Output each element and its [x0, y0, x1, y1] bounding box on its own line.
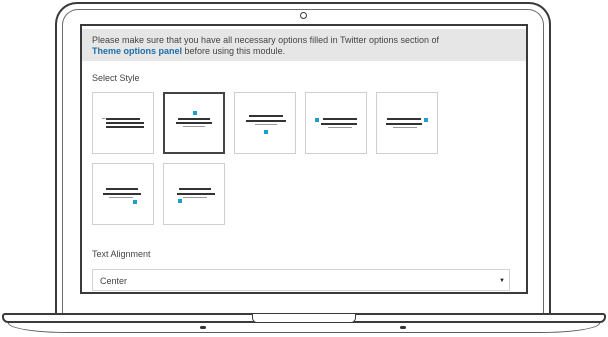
text-alignment-value: Center — [100, 276, 128, 286]
style-tile-1[interactable] — [92, 92, 154, 154]
notice-banner: Please make sure that you have all neces… — [82, 29, 526, 61]
notice-text: Please make sure that you have all neces… — [92, 35, 440, 45]
text-alignment-label: Text Alignment — [92, 249, 151, 259]
style-tile-6[interactable] — [92, 163, 154, 225]
style-tile-2[interactable] — [163, 92, 225, 154]
style-tile-7[interactable] — [163, 163, 225, 225]
laptop-base-bottom — [8, 323, 600, 333]
dropdown-arrow-icon: ▼ — [499, 278, 505, 284]
style-tile-5[interactable] — [376, 92, 438, 154]
camera-icon — [300, 12, 307, 19]
laptop-foot-left — [200, 326, 206, 329]
text-alignment-select[interactable]: Center ▼ — [92, 269, 510, 291]
laptop-foot-right — [400, 326, 406, 329]
laptop-notch — [252, 314, 356, 323]
select-style-label: Select Style — [92, 73, 140, 83]
notice-text-end: before using this module. — [182, 46, 286, 56]
theme-options-link[interactable]: Theme options panel — [92, 46, 182, 56]
style-tile-3[interactable] — [234, 92, 296, 154]
laptop-screen: Please make sure that you have all neces… — [80, 24, 528, 294]
style-tile-4[interactable] — [305, 92, 367, 154]
